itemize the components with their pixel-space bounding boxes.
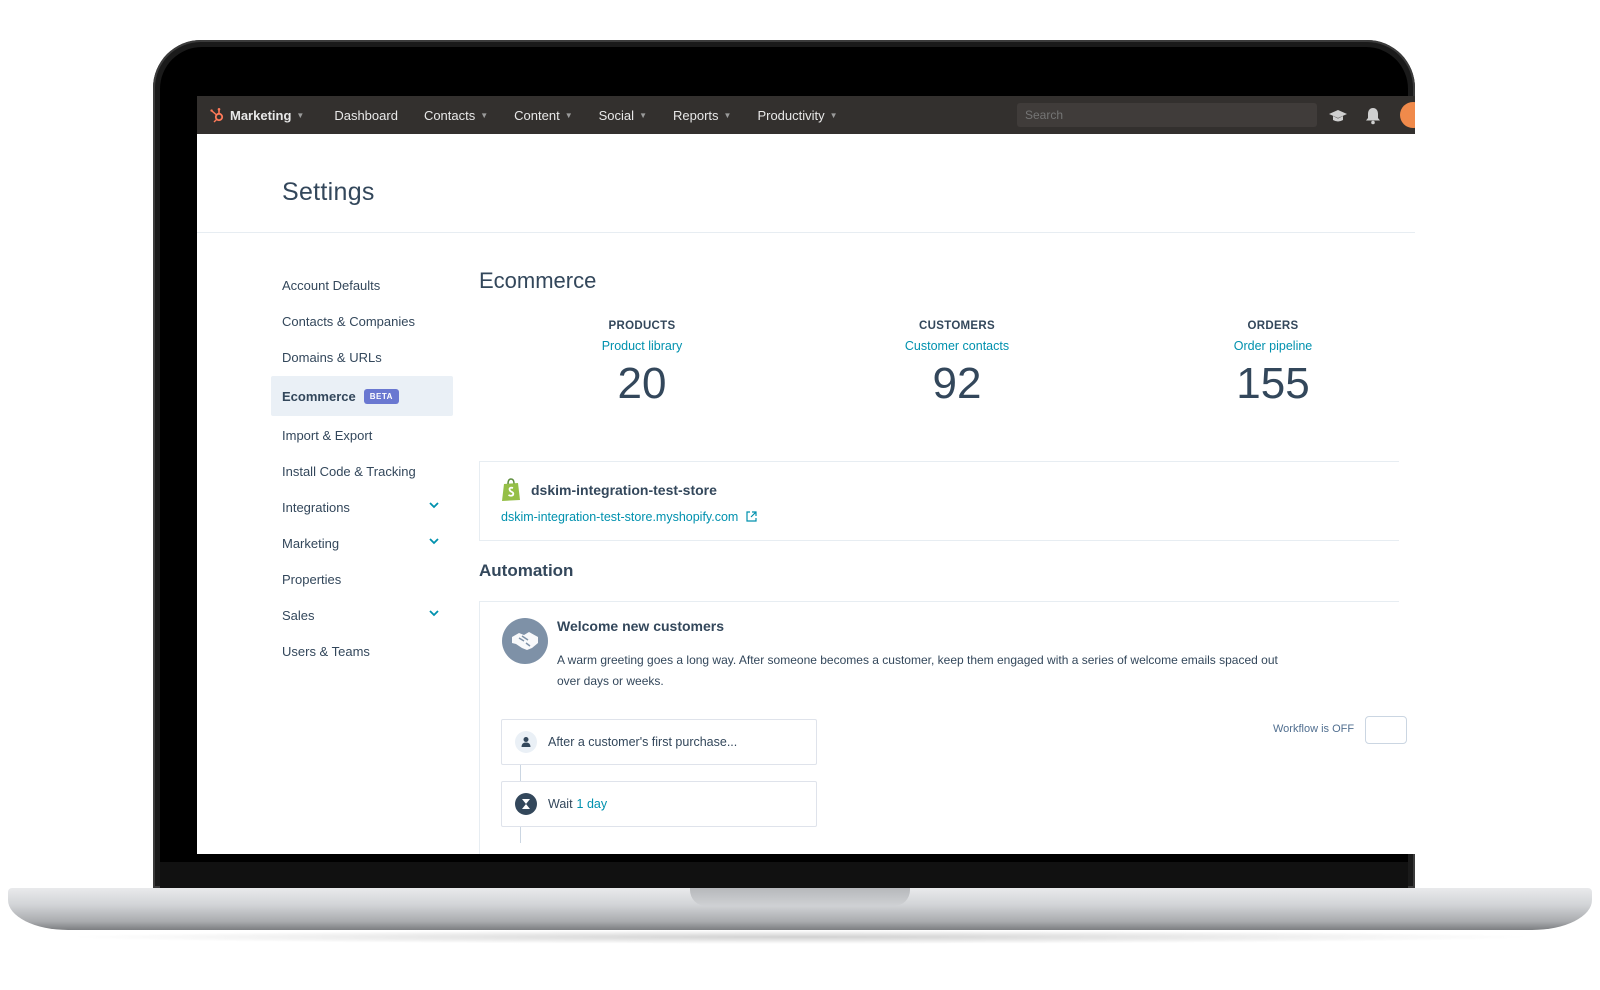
workflow-step-trigger[interactable]: After a customer's first purchase... xyxy=(501,719,817,765)
chevron-down-icon: ▼ xyxy=(480,110,489,120)
sidebar-item-integrations[interactable]: Integrations xyxy=(271,489,453,525)
search-input[interactable] xyxy=(1017,103,1317,127)
workflow-card: Welcome new customers A warm greeting go… xyxy=(479,601,1407,854)
chevron-down-icon: ▼ xyxy=(829,110,838,120)
sidebar-item-label: Properties xyxy=(282,571,342,587)
section-title: Ecommerce xyxy=(479,268,597,293)
stat-value: 20 xyxy=(617,359,667,408)
product-library-link[interactable]: Product library xyxy=(542,339,742,353)
sidebar-item-label: Integrations xyxy=(282,499,350,515)
top-nav: Marketing ▼ Dashboard Contacts ▼ Content… xyxy=(197,96,1415,134)
store-card: dskim-integration-test-store dskim-integ… xyxy=(479,461,1399,541)
workflow-status: Workflow is OFF xyxy=(1273,723,1355,735)
stat-label: CUSTOMERS xyxy=(919,320,995,332)
sidebar-item-marketing[interactable]: Marketing xyxy=(271,525,453,561)
sidebar-item-contacts-companies[interactable]: Contacts & Companies xyxy=(271,303,453,339)
workflow-title: Welcome new customers xyxy=(557,618,725,634)
sidebar-item-label: Users & Teams xyxy=(282,643,370,659)
sidebar-item-domains-urls[interactable]: Domains & URLs xyxy=(271,339,453,375)
hubspot-sprocket-icon xyxy=(210,108,224,123)
sidebar-item-label: Import & Export xyxy=(282,427,373,443)
nav-item-reports[interactable]: Reports ▼ xyxy=(660,96,744,134)
nav-item-label: Content xyxy=(514,107,560,123)
step-connector xyxy=(520,827,521,843)
chevron-down-icon: ▼ xyxy=(296,110,305,120)
chevron-down-icon: ▼ xyxy=(723,110,732,120)
stat-products: PRODUCTS Product library 20 xyxy=(542,320,742,409)
chevron-down-icon: ▼ xyxy=(639,110,647,120)
nav-item-dashboard[interactable]: Dashboard xyxy=(321,96,411,134)
nav-item-label: Productivity xyxy=(757,107,825,123)
bell-icon[interactable] xyxy=(1362,105,1384,127)
workflow-step-delay[interactable]: Wait 1 day xyxy=(501,781,817,827)
step-text: After a customer's first purchase... xyxy=(548,735,738,749)
sidebar-item-ecommerce[interactable]: Ecommerce BETA xyxy=(271,376,453,416)
sidebar-item-label: Ecommerce xyxy=(282,388,356,404)
academy-icon[interactable] xyxy=(1327,105,1349,127)
screen: Marketing ▼ Dashboard Contacts ▼ Content… xyxy=(197,96,1415,854)
sidebar-item-sales[interactable]: Sales xyxy=(271,597,453,633)
store-url-link[interactable]: dskim-integration-test-store.myshopify.c… xyxy=(501,510,757,524)
contact-icon xyxy=(515,731,537,753)
workflow-toggle[interactable] xyxy=(1365,716,1407,744)
workflow-description: A warm greeting goes a long way. After s… xyxy=(557,653,1278,688)
shopify-bag-icon xyxy=(502,478,520,501)
external-link-icon xyxy=(746,511,757,522)
nav-item-content[interactable]: Content ▼ xyxy=(501,96,585,134)
nav-item-contacts[interactable]: Contacts ▼ xyxy=(411,96,501,134)
sidebar-item-label: Sales xyxy=(282,607,315,623)
stat-label: PRODUCTS xyxy=(608,320,676,332)
stat-value: 92 xyxy=(932,359,982,408)
sidebar-item-label: Account Defaults xyxy=(282,277,381,293)
nav-item-label: Social xyxy=(598,107,635,123)
nav-item-social[interactable]: Social ▼ xyxy=(586,96,660,134)
nav-brand-label: Marketing xyxy=(230,107,292,123)
store-name: dskim-integration-test-store xyxy=(531,482,717,498)
customer-contacts-link[interactable]: Customer contacts xyxy=(857,339,1057,353)
avatar[interactable] xyxy=(1400,102,1415,128)
chevron-down-icon[interactable] xyxy=(429,500,439,510)
chevron-down-icon: ▼ xyxy=(564,110,573,120)
chevron-down-icon[interactable] xyxy=(429,608,439,618)
hourglass-icon xyxy=(515,793,537,815)
sidebar-item-users-teams[interactable]: Users & Teams xyxy=(271,633,453,669)
nav-item-label: Reports xyxy=(672,107,719,123)
order-pipeline-link[interactable]: Order pipeline xyxy=(1173,339,1373,353)
stat-label: ORDERS xyxy=(1247,320,1299,332)
sidebar-item-account-defaults[interactable]: Account Defaults xyxy=(271,267,453,303)
laptop-shadow xyxy=(60,930,1540,944)
laptop-notch xyxy=(690,888,910,906)
sidebar-item-properties[interactable]: Properties xyxy=(271,561,453,597)
settings-sidebar: Account Defaults Contacts & Companies Do… xyxy=(271,267,453,669)
sidebar-item-label: Install Code & Tracking xyxy=(282,463,416,479)
step-text: Wait xyxy=(548,797,573,811)
page-header: Settings xyxy=(197,134,1415,233)
beta-badge: BETA xyxy=(363,388,399,404)
laptop-chin xyxy=(160,862,1408,888)
page-title: Settings xyxy=(282,178,375,206)
stat-orders: ORDERS Order pipeline 155 xyxy=(1173,320,1373,409)
stat-value: 155 xyxy=(1236,359,1310,408)
sidebar-item-label: Domains & URLs xyxy=(282,349,382,365)
sidebar-item-install-code-tracking[interactable]: Install Code & Tracking xyxy=(271,453,453,489)
nav-brand-marketing[interactable]: Marketing ▼ xyxy=(197,96,317,134)
sidebar-item-label: Contacts & Companies xyxy=(282,313,415,329)
delay-duration-link[interactable]: 1 day xyxy=(577,797,608,811)
sidebar-item-label: Marketing xyxy=(282,535,340,551)
nav-item-productivity[interactable]: Productivity ▼ xyxy=(744,96,850,134)
handshake-icon xyxy=(502,618,548,664)
stat-customers: CUSTOMERS Customer contacts 92 xyxy=(857,320,1057,409)
chevron-down-icon[interactable] xyxy=(429,536,439,546)
nav-item-label: Contacts xyxy=(423,107,476,123)
nav-item-label: Dashboard xyxy=(334,107,398,123)
sidebar-item-import-export[interactable]: Import & Export xyxy=(271,417,453,453)
step-connector xyxy=(520,765,521,781)
automation-title: Automation xyxy=(479,561,574,580)
store-url-text: dskim-integration-test-store.myshopify.c… xyxy=(501,510,739,524)
